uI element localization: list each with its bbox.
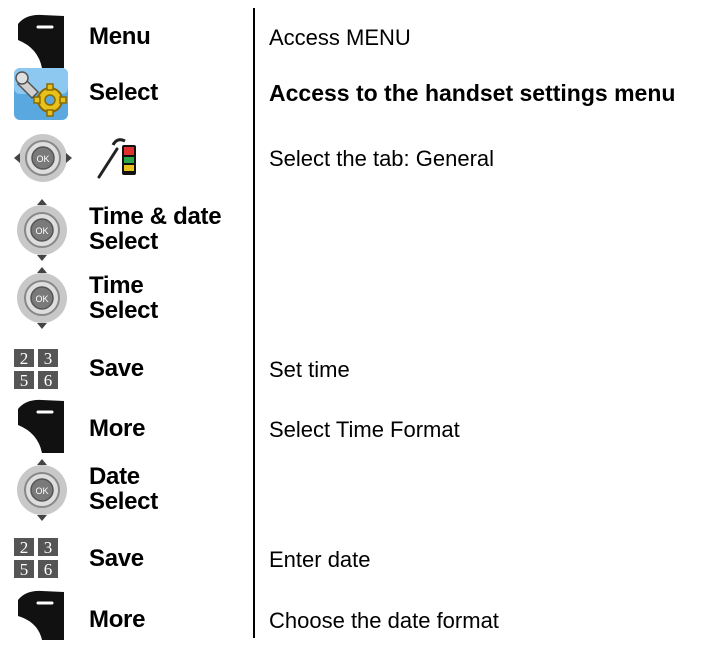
- step-description: Access to the handset settings menu: [269, 80, 676, 106]
- key-label: Date Select: [89, 464, 158, 514]
- svg-text:OK: OK: [35, 226, 48, 236]
- svg-text:5: 5: [20, 560, 29, 579]
- svg-text:OK: OK: [36, 154, 49, 164]
- svg-text:2: 2: [20, 349, 29, 368]
- nav-up-down-icon: OK: [12, 197, 72, 261]
- key-label: Save: [89, 355, 144, 382]
- svg-text:3: 3: [44, 538, 53, 557]
- svg-text:OK: OK: [35, 486, 48, 496]
- key-label: Time & date Select: [89, 203, 222, 255]
- step-description: Choose the date format: [269, 608, 499, 633]
- key-label-line1: Date: [89, 463, 140, 490]
- step-description: Select Time Format: [269, 417, 460, 442]
- key-label: Time Select: [89, 273, 158, 323]
- softkey-icon: [12, 586, 72, 646]
- settings-icon: [12, 66, 72, 126]
- step-description: Set time: [269, 357, 350, 382]
- key-label: Save: [89, 545, 144, 572]
- svg-text:6: 6: [44, 560, 53, 579]
- step-description: Access MENU: [269, 25, 411, 50]
- key-label-line1: Time: [89, 272, 144, 299]
- nav-left-right-icon: OK: [12, 128, 72, 188]
- softkey-icon: [12, 10, 72, 70]
- key-label-line2: Select: [89, 228, 158, 255]
- nav-up-down-icon: OK: [12, 457, 72, 521]
- nav-up-down-icon: OK: [12, 265, 72, 329]
- key-label-line1: Time & date: [89, 203, 222, 230]
- step-description: Select the tab: General: [269, 146, 495, 171]
- key-label: Select: [89, 79, 158, 106]
- step-description: Enter date: [269, 547, 371, 572]
- svg-text:6: 6: [44, 371, 53, 390]
- svg-text:2: 2: [20, 538, 29, 557]
- key-label-line2: Select: [89, 297, 158, 324]
- softkey-icon: [12, 395, 72, 455]
- key-label-line2: Select: [89, 488, 158, 515]
- column-divider: [253, 8, 255, 638]
- key-label: More: [89, 606, 146, 633]
- key-label: More: [89, 415, 146, 442]
- svg-text:5: 5: [20, 371, 29, 390]
- svg-text:3: 3: [44, 349, 53, 368]
- general-tab-icon: [95, 133, 145, 183]
- svg-text:OK: OK: [35, 294, 48, 304]
- key-label: Menu: [89, 23, 151, 50]
